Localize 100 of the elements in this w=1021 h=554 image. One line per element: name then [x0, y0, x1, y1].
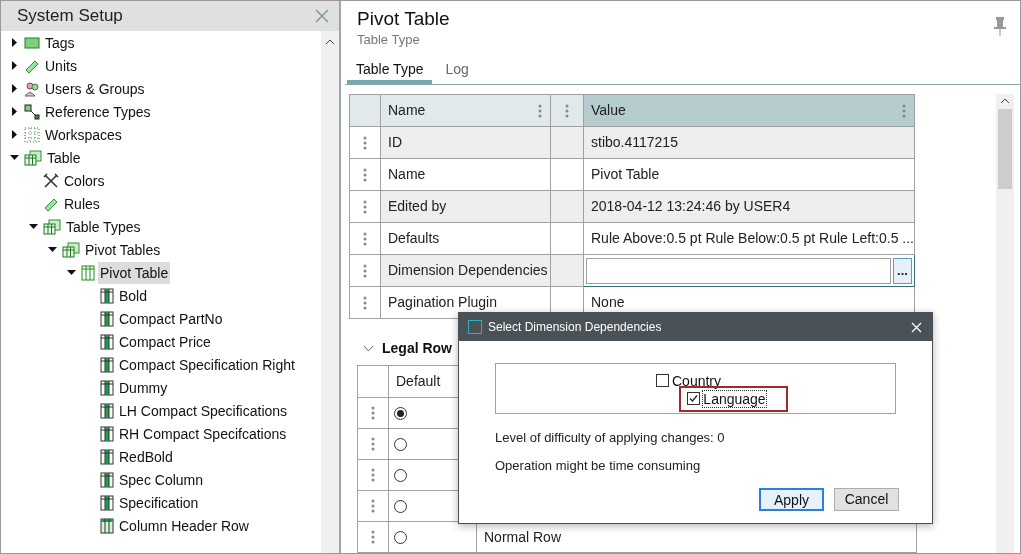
- collapse-arrow-icon[interactable]: [66, 268, 76, 277]
- drag-handle-icon[interactable]: [363, 263, 367, 278]
- radio-button[interactable]: [394, 437, 407, 451]
- scroll-up-icon[interactable]: [1001, 98, 1009, 103]
- expand-arrow-icon[interactable]: [9, 130, 19, 139]
- scrollbar[interactable]: [996, 94, 1014, 553]
- window-icon: [468, 320, 482, 334]
- expand-arrow-icon[interactable]: [9, 61, 19, 70]
- property-name: Defaults: [380, 222, 551, 255]
- tree-item[interactable]: RedBold: [117, 445, 175, 468]
- tree-item[interactable]: Reference Types: [43, 100, 153, 123]
- drag-handle-icon[interactable]: [565, 103, 569, 118]
- radio-button[interactable]: [394, 468, 407, 482]
- dialog-title: Select Dimension Dependencies: [488, 319, 662, 336]
- dialog-button[interactable]: Cancel: [834, 488, 899, 511]
- column-header[interactable]: Name: [380, 94, 551, 127]
- stacked-tables-icon: [62, 241, 80, 258]
- tree-item[interactable]: Column Header Row: [117, 514, 251, 537]
- pin-icon[interactable]: [994, 17, 1006, 37]
- drag-handle-icon[interactable]: [363, 231, 367, 246]
- tree-item[interactable]: Compact Price: [117, 330, 213, 353]
- scrollbar[interactable]: [321, 31, 339, 553]
- tree-item[interactable]: Rules: [62, 192, 102, 215]
- checkbox-label[interactable]: Country: [672, 372, 721, 389]
- tab[interactable]: Table Type: [347, 58, 433, 84]
- radio-button[interactable]: [394, 530, 407, 544]
- tree-item[interactable]: Table: [45, 146, 83, 169]
- column-header[interactable]: [550, 94, 584, 127]
- column-title: Value: [591, 101, 626, 120]
- table-icon: [100, 379, 114, 396]
- table-icon: [100, 448, 114, 465]
- dotted-grid-icon: [24, 126, 40, 143]
- scroll-thumb[interactable]: [998, 109, 1012, 189]
- table-icon: [100, 402, 114, 419]
- drag-handle-icon[interactable]: [371, 499, 375, 513]
- table-icon: [100, 471, 114, 488]
- collapse-arrow-icon[interactable]: [47, 245, 57, 254]
- drag-handle-icon[interactable]: [538, 103, 542, 118]
- table-icon: [81, 264, 95, 281]
- tree-item[interactable]: Colors: [62, 169, 107, 192]
- stacked-tables-icon: [43, 218, 61, 235]
- dialog-button[interactable]: Apply: [759, 488, 824, 511]
- drag-handle-icon[interactable]: [371, 468, 375, 482]
- tree-item[interactable]: Users & Groups: [43, 77, 147, 100]
- table-icon: [100, 517, 114, 534]
- tree-item[interactable]: Table Types: [64, 215, 143, 238]
- table-icon: [100, 356, 114, 373]
- drag-handle-icon[interactable]: [371, 437, 375, 451]
- drag-handle-icon[interactable]: [902, 103, 906, 118]
- tab[interactable]: Log: [436, 58, 478, 84]
- column-title: Name: [388, 101, 426, 120]
- table-icon: [100, 287, 114, 304]
- property-name: Name: [380, 158, 551, 191]
- reference-icon: [24, 103, 40, 120]
- drag-handle-icon[interactable]: [363, 199, 367, 214]
- drag-handle-icon[interactable]: [363, 295, 367, 310]
- table-icon: [100, 494, 114, 511]
- property-value: stibo.4117215: [583, 126, 915, 159]
- drag-handle-icon[interactable]: [363, 135, 367, 150]
- expand-arrow-icon[interactable]: [9, 107, 19, 116]
- expand-arrow-icon[interactable]: [9, 38, 19, 47]
- drag-handle-icon[interactable]: [363, 167, 367, 182]
- table-icon: [100, 310, 114, 327]
- tree-item[interactable]: Compact PartNo: [117, 307, 225, 330]
- checkbox-label[interactable]: Language: [703, 390, 766, 407]
- table-icon: [100, 425, 114, 442]
- tree-item[interactable]: Compact Specification Right: [117, 353, 297, 376]
- property-value: 2018-04-12 13:24:46 by USER4: [583, 190, 915, 223]
- property-value: Pivot Table: [583, 158, 915, 191]
- drag-handle-icon[interactable]: [371, 530, 375, 544]
- tree-item[interactable]: Bold: [117, 284, 150, 307]
- input-field[interactable]: [586, 257, 891, 284]
- tree-item[interactable]: Workspaces: [43, 123, 124, 146]
- tree-item[interactable]: Specification: [117, 491, 201, 514]
- tree-item[interactable]: RH Compact Specifcations: [117, 422, 289, 445]
- checkbox[interactable]: [656, 374, 669, 387]
- checkbox[interactable]: [687, 392, 701, 405]
- tree-item[interactable]: Units: [43, 54, 79, 77]
- tools-icon: [43, 172, 59, 189]
- expand-arrow-icon[interactable]: [9, 84, 19, 93]
- radio-button[interactable]: [394, 499, 407, 513]
- tree-item[interactable]: LH Compact Specifications: [117, 399, 290, 422]
- table-icon: [100, 333, 114, 350]
- collapse-arrow-icon[interactable]: [9, 153, 19, 162]
- tree-item[interactable]: Pivot Tables: [83, 238, 163, 261]
- tree-item[interactable]: Tags: [43, 31, 77, 54]
- users-icon: [24, 80, 40, 97]
- tree-item[interactable]: Dummy: [117, 376, 170, 399]
- tag-icon: [24, 35, 40, 50]
- collapse-arrow-icon[interactable]: [28, 222, 38, 231]
- tree-item[interactable]: Pivot Table: [98, 261, 171, 284]
- column-header[interactable]: Value: [583, 94, 915, 127]
- browse-button[interactable]: ...: [893, 257, 912, 284]
- property-value: Rule Above:0.5 pt Rule Below:0.5 pt Rule Left:0.5 ...: [583, 222, 915, 255]
- scroll-up-icon[interactable]: [326, 39, 334, 44]
- radio-button[interactable]: [394, 406, 407, 420]
- drag-handle-icon[interactable]: [371, 406, 375, 420]
- editor-subtitle: Table Type: [357, 31, 421, 48]
- collapse-chevron-icon[interactable]: [363, 344, 374, 352]
- tree-item[interactable]: Spec Column: [117, 468, 206, 491]
